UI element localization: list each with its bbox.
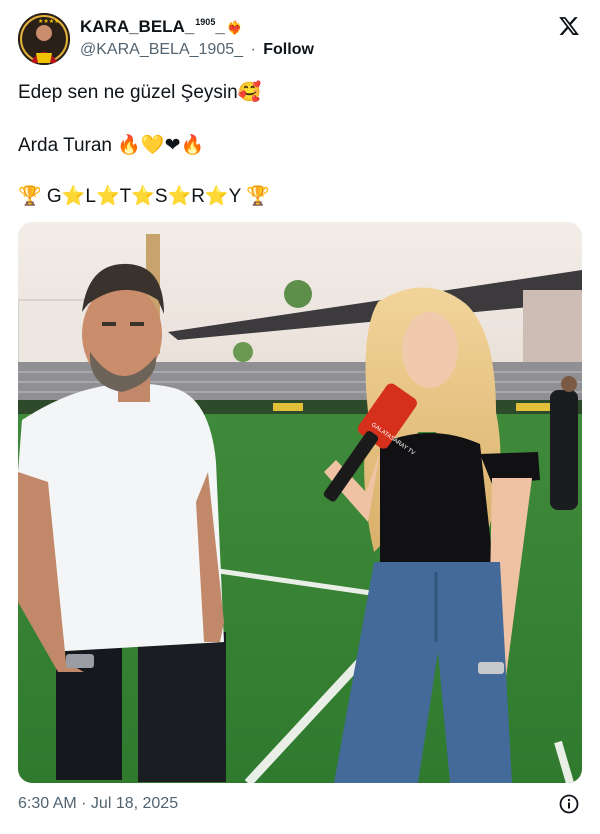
tweet-media-image[interactable]: GALATASARAY TV	[18, 222, 582, 783]
display-name-suffix: _	[215, 17, 225, 36]
info-icon[interactable]	[559, 794, 579, 814]
svg-text:★★★★: ★★★★	[38, 18, 60, 25]
stadium-interview-photo: GALATASARAY TV	[18, 222, 582, 783]
team-badge-avatar-icon: ★★★★	[18, 13, 70, 65]
handle-row: @KARA_BELA_1905_ · Follow	[80, 41, 314, 59]
tweet-text-line-3: 🏆 G⭐L⭐T⭐S⭐R⭐Y 🏆	[18, 186, 270, 207]
tweet-text-line-2: Arda Turan 🔥💛❤🔥	[18, 135, 205, 156]
display-name-sup: 1905	[195, 17, 216, 27]
heart-on-fire-icon: ❤️‍🔥	[226, 20, 243, 35]
x-logo-icon[interactable]	[557, 15, 581, 37]
tweet-text-line-1: Edep sen ne güzel Şeysin🥰	[18, 82, 262, 103]
display-name[interactable]: KARA_BELA_ 1905 _ ❤️‍🔥	[80, 17, 243, 37]
display-name-text: KARA_BELA_	[80, 17, 195, 36]
user-handle[interactable]: @KARA_BELA_1905_	[80, 41, 243, 58]
separator-dot: ·	[250, 41, 256, 58]
avatar[interactable]: ★★★★	[18, 13, 70, 65]
tweet-timestamp[interactable]: 6:30 AM · Jul 18, 2025	[18, 795, 178, 813]
follow-button[interactable]: Follow	[263, 41, 314, 58]
